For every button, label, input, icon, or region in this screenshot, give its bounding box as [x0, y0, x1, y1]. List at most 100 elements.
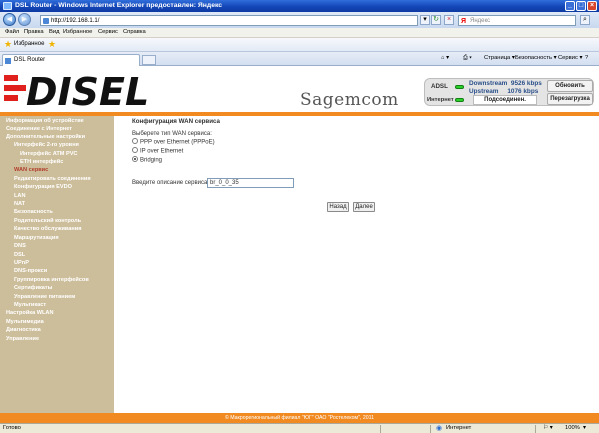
sidebar-item-power-management[interactable]: Управление питанием [14, 294, 75, 300]
sidebar-item-security[interactable]: Безопасность [14, 209, 53, 215]
sidebar-item-management[interactable]: Управление [6, 336, 39, 342]
add-favorite-icon[interactable]: ★ [48, 39, 56, 50]
back-icon[interactable]: ◀ [3, 13, 16, 26]
pppoe-label: PPP over Ethernet (PPPoE) [140, 139, 215, 146]
close-window-button[interactable]: × [587, 1, 597, 11]
status-separator [430, 425, 431, 433]
upstream-value: 1076 kbps [507, 88, 539, 95]
sidebar-item-lan[interactable]: LAN [14, 193, 26, 199]
sidebar-item-nat[interactable]: NAT [14, 201, 25, 207]
sagemcom-logo: Sagemcom [300, 90, 399, 110]
sidebar-nav: Информация об устройстве Соединение с Ин… [0, 116, 114, 413]
minimize-button[interactable]: _ [565, 1, 575, 11]
sidebar-item-internet-connection[interactable]: Соединение с Интернет [6, 126, 72, 132]
favorites-button[interactable]: Избранное [14, 41, 44, 47]
wan-type-prompt: Выберете тип WAN сервиса: [132, 131, 212, 137]
menu-view[interactable]: Вид [49, 29, 60, 35]
pppoe-radio[interactable] [132, 138, 138, 144]
upstream-label: Upstream [469, 88, 499, 95]
page-footer: © Макрорегиональный филиал "ЮГ" ОАО "Рос… [0, 413, 599, 423]
sidebar-item-interface-grouping[interactable]: Группировка интерфейсов [14, 277, 89, 283]
brand-text: DISEL [26, 71, 149, 109]
ipoe-radio[interactable] [132, 147, 138, 153]
sidebar-item-dsl[interactable]: DSL [14, 252, 25, 258]
page-menu[interactable]: Страница ▾ [484, 55, 515, 61]
menu-edit[interactable]: Правка [24, 29, 44, 35]
downstream-label: Downstream [469, 80, 508, 87]
bridging-radio[interactable] [132, 156, 138, 162]
sidebar-item-dns[interactable]: DNS [14, 243, 26, 249]
sidebar-item-wan-service[interactable]: WAN сервис [14, 167, 48, 173]
menu-file[interactable]: Файл [5, 29, 19, 35]
sidebar-item-atm-pvc[interactable]: Интерфейс ATM PVC [20, 151, 77, 157]
dropdown-icon[interactable]: ▾ [420, 15, 430, 25]
help-icon[interactable]: ? [585, 55, 588, 61]
search-icon[interactable]: ⌕ [580, 15, 590, 25]
sidebar-item-qos[interactable]: Качество обслуживания [14, 226, 81, 232]
tab-page-icon [5, 58, 11, 64]
sidebar-item-wlan[interactable]: Настройка WLAN [6, 310, 54, 316]
disel-logo: DISEL [4, 71, 149, 109]
ipoe-label: IP over Ethernet [140, 148, 184, 155]
back-button[interactable]: Назад [327, 202, 349, 212]
page-title: Конфигурация WAN сервиса [132, 118, 220, 125]
sidebar-item-multimedia[interactable]: Мультимедиа [6, 319, 44, 325]
search-input[interactable]: Я Яндекс [458, 15, 576, 26]
next-button[interactable]: Далее [353, 202, 375, 212]
globe-icon: ◉ [436, 425, 443, 432]
service-description-input[interactable]: br_0_0_35 [207, 178, 294, 188]
menu-bar: Файл Правка Вид Избранное Сервис Справка [0, 28, 599, 38]
tab-dsl-router[interactable]: DSL Router [2, 54, 140, 66]
option-ipoe[interactable]: IP over Ethernet [132, 147, 184, 156]
option-bridging[interactable]: Bridging [132, 156, 163, 165]
zoom-level[interactable]: 100% [565, 424, 580, 433]
sidebar-item-evdo[interactable]: Конфигурация EVDO [14, 184, 72, 190]
update-button[interactable]: Обновить [547, 80, 593, 92]
home-icon[interactable]: ⌂ ▾ [441, 55, 449, 61]
yandex-logo-icon: Я [461, 18, 467, 25]
reboot-button[interactable]: Перезагрузка [547, 93, 593, 105]
protected-mode-icon[interactable]: ⚐ ▾ [543, 424, 553, 433]
sidebar-item-diagnostics[interactable]: Диагностика [6, 327, 41, 333]
new-tab-button[interactable] [142, 55, 156, 65]
forward-icon[interactable]: ▶ [18, 13, 31, 26]
speed-readout: Downstream 9526 kbps Upstream 1076 kbps [469, 80, 542, 96]
sidebar-item-advanced-settings[interactable]: Дополнительные настройки [6, 134, 85, 140]
sidebar-item-certificates[interactable]: Сертификаты [14, 285, 52, 291]
status-separator [380, 425, 381, 433]
tools-menu[interactable]: Сервис ▾ [558, 55, 582, 61]
print-icon[interactable]: ⎙ ▾ [463, 55, 472, 62]
maximize-button[interactable]: □ [576, 1, 586, 11]
refresh-icon[interactable]: ↻ [431, 15, 441, 25]
stop-icon[interactable]: × [444, 15, 454, 25]
sidebar-item-upnp[interactable]: UPnP [14, 260, 29, 266]
security-menu[interactable]: Безопасность ▾ [515, 55, 557, 61]
address-input[interactable]: http://192.168.1.1/ [40, 15, 418, 26]
adsl-led-icon [455, 85, 464, 89]
sidebar-item-layer2-interface[interactable]: Интерфейс 2-го уровня [14, 142, 79, 148]
status-text: Готово [3, 425, 21, 431]
connection-status: Подсоединен. [473, 95, 537, 105]
sidebar-item-multicast[interactable]: Мультикаст [14, 302, 46, 308]
sidebar-item-routing[interactable]: Маршрутизация [14, 235, 59, 241]
option-pppoe[interactable]: PPP over Ethernet (PPPoE) [132, 138, 215, 147]
address-toolbar: ◀ ▶ http://192.168.1.1/ ▾ ↻ × Я Яндекс ⌕ [0, 12, 599, 28]
menu-tools[interactable]: Сервис [98, 29, 118, 35]
sidebar-item-eth-interface[interactable]: ETH интерфейс [20, 159, 63, 165]
status-panel: ADSL Downstream 9526 kbps Upstream 1076 … [424, 78, 594, 106]
status-separator [535, 425, 536, 433]
sidebar-item-device-info[interactable]: Информация об устройстве [6, 118, 84, 124]
internet-led-icon [455, 98, 464, 102]
menu-help[interactable]: Справка [123, 29, 146, 35]
sidebar-item-parental-control[interactable]: Родительский контроль [14, 218, 81, 224]
page-icon [43, 18, 49, 24]
main-panel: Конфигурация WAN сервиса Выберете тип WA… [114, 116, 599, 413]
sidebar-item-dns-proxy[interactable]: DNS-прокси [14, 268, 47, 274]
menu-favorites[interactable]: Избранное [63, 29, 92, 35]
zoom-dropdown-icon[interactable]: ▾ [583, 424, 586, 433]
internet-label: Интернет [427, 97, 454, 103]
favorites-star-icon[interactable]: ★ [4, 39, 12, 50]
window-titlebar: DSL Router - Windows Internet Explorer п… [0, 0, 599, 12]
sidebar-item-edit-connections[interactable]: Редактировать соединения [14, 176, 91, 182]
bridging-label: Bridging [140, 157, 163, 164]
